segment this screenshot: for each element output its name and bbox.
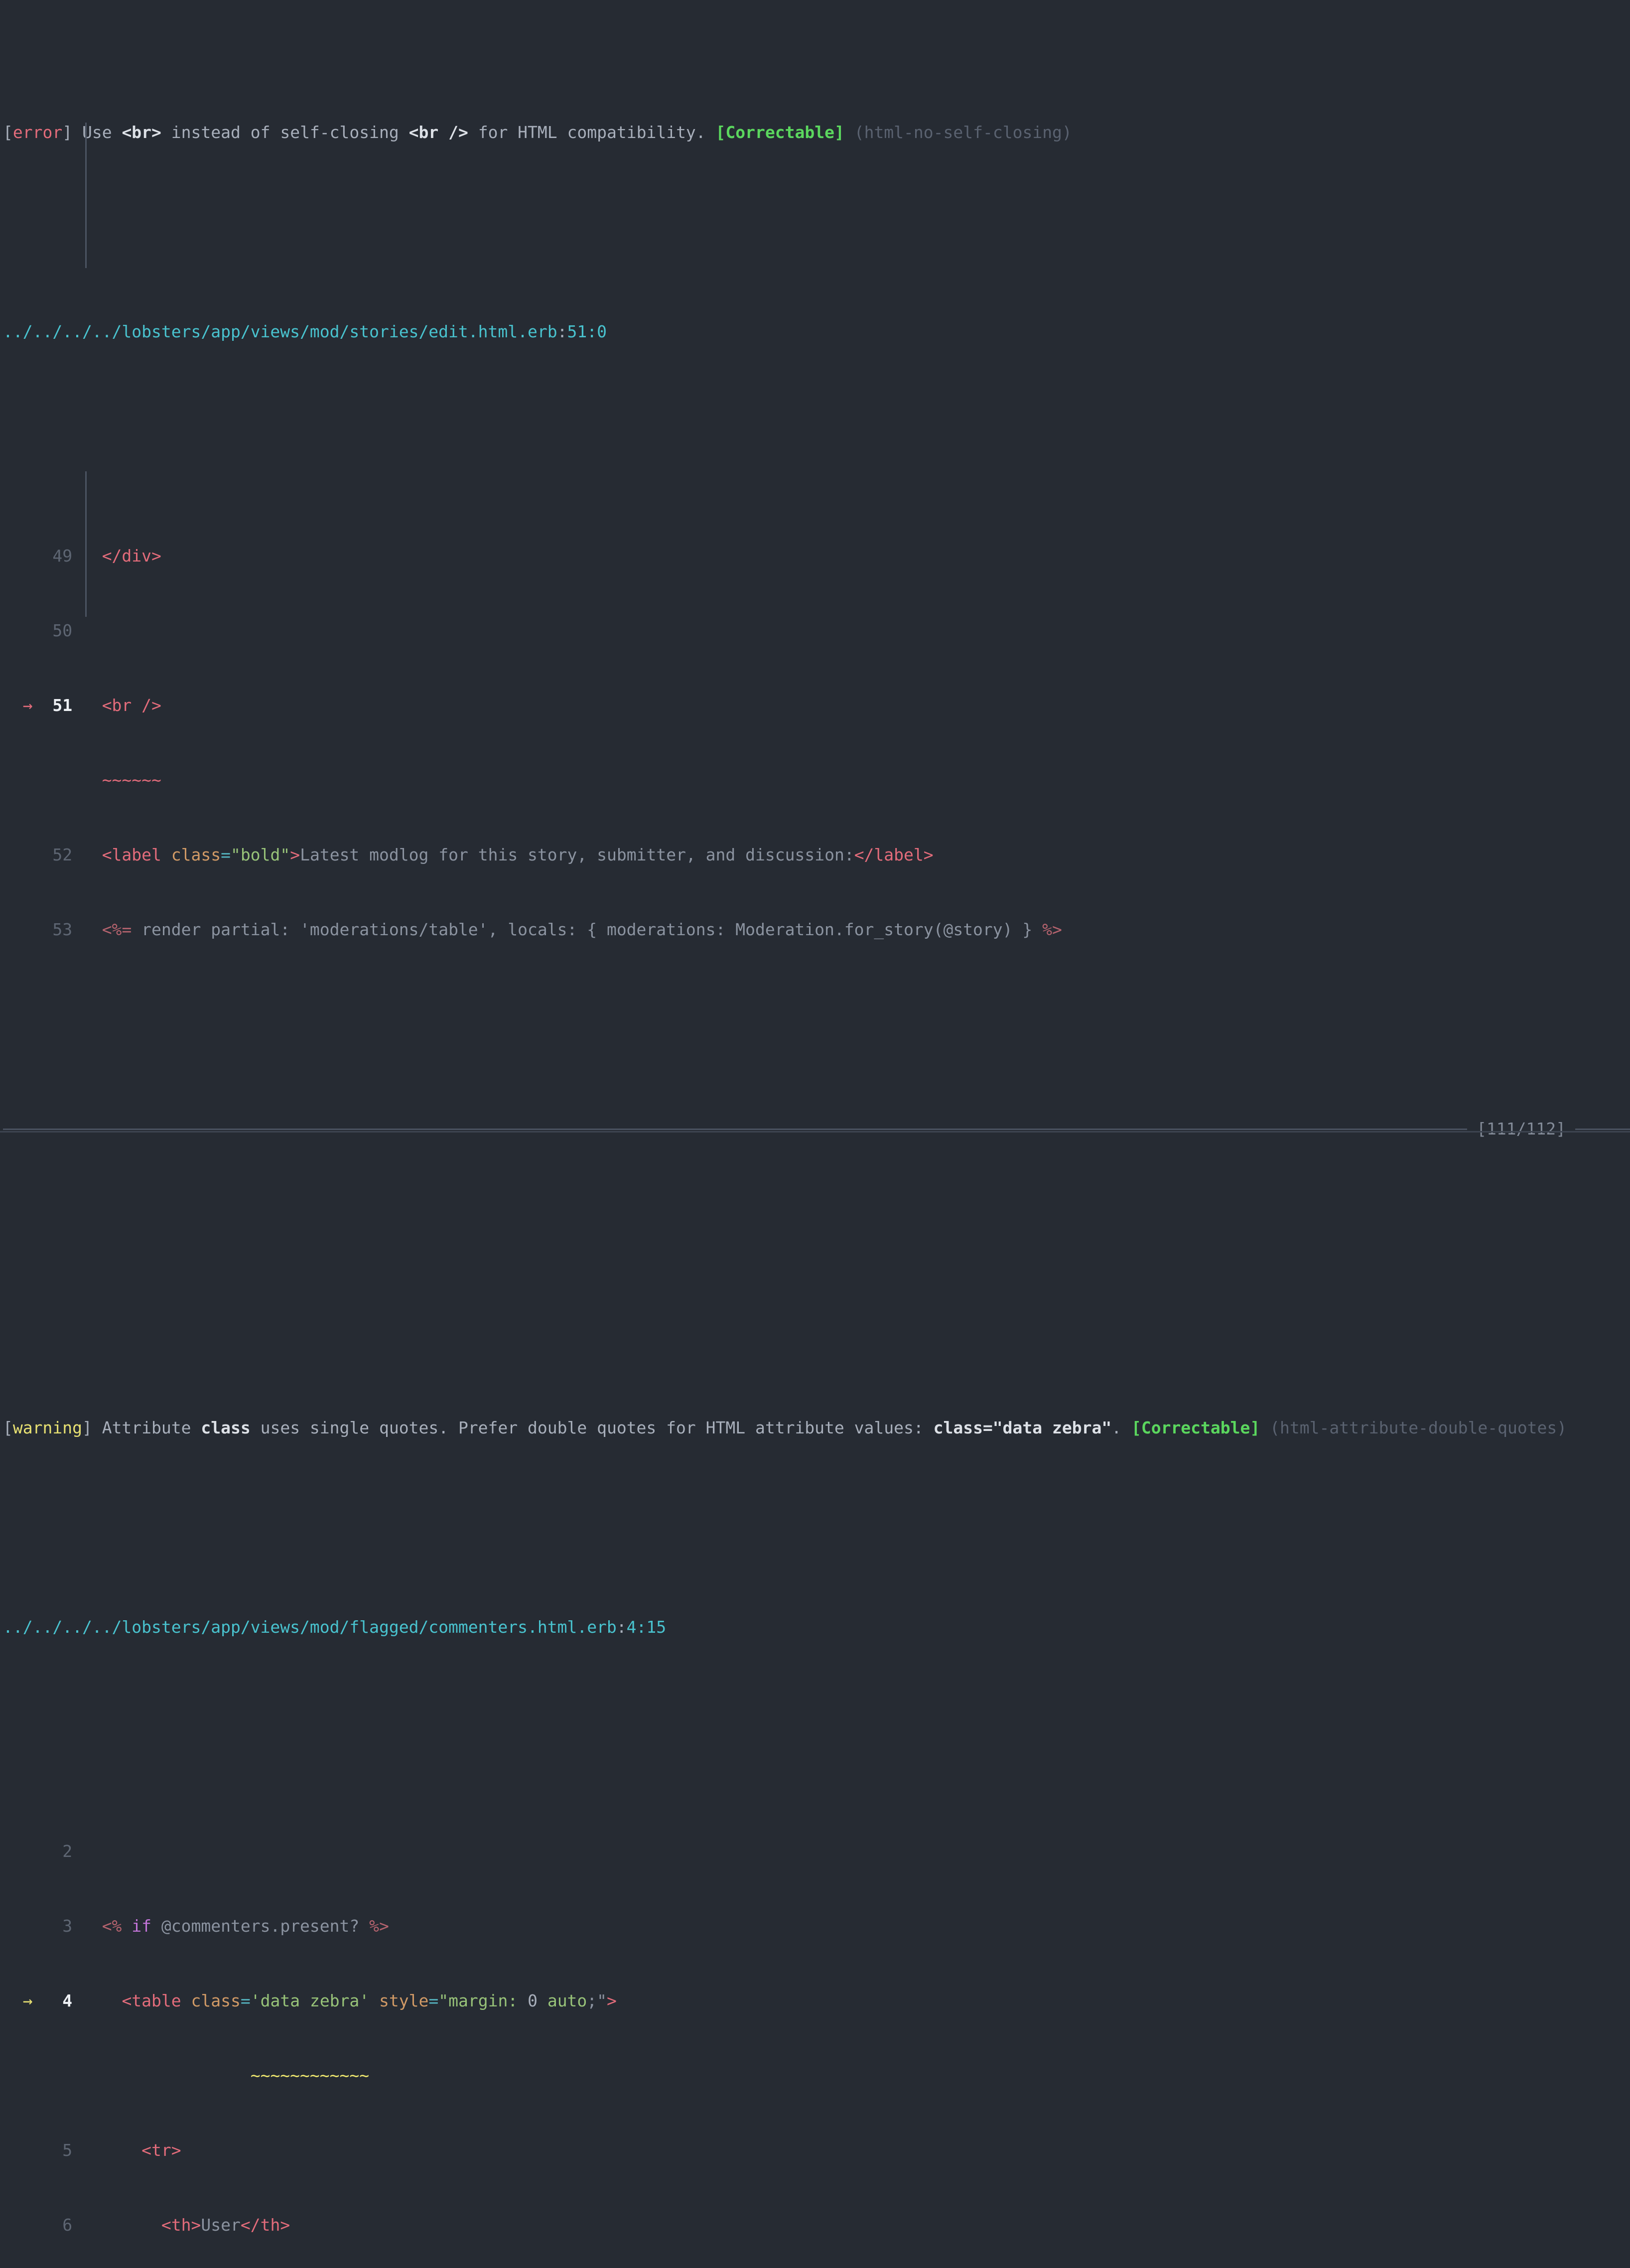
gutter-rule <box>85 123 87 268</box>
blank-line <box>3 220 1630 245</box>
offense-divider-1: [111/112] <box>3 1117 1630 1141</box>
severity-bracket: ] <box>62 123 72 142</box>
blank-line <box>3 419 1630 444</box>
code-line-52: 52 <label class="bold">Latest modlog for… <box>3 843 1630 867</box>
offense-message: for HTML compatibility. <box>468 123 716 142</box>
error-squiggle-line: ~~~~~~ <box>3 768 1630 793</box>
file-path: ../../../../lobsters/app/views/mod/flagg… <box>3 1617 617 1637</box>
line-number: 50 <box>3 621 102 640</box>
rule-id: (html-attribute-double-quotes) <box>1270 1418 1567 1437</box>
blank-line <box>3 1017 1630 1042</box>
line-number: 2 <box>3 1842 102 1861</box>
offense-message: Use <box>72 123 122 142</box>
offense-counter: [111/112] <box>1477 1117 1566 1141</box>
code-line-50: 50 <box>3 618 1630 643</box>
line-number: 53 <box>3 920 102 939</box>
warning-squiggle: ~~~~~~~~~~~~ <box>251 2066 369 2085</box>
active-line-number: 4 <box>33 1991 102 2010</box>
line-number: 5 <box>3 2140 102 2160</box>
code-text: <tr> <box>102 2140 181 2160</box>
code-line-49: 49 </div> <box>3 544 1630 568</box>
file-path: ../../../../lobsters/app/views/mod/stori… <box>3 322 557 341</box>
code-snippet: <br /> <box>409 123 468 142</box>
code-line-51: → 51 <br /> <box>3 693 1630 718</box>
file-location: 51:0 <box>567 322 606 341</box>
blank-line <box>3 1291 1630 1316</box>
code-line-2: 2 <box>3 1839 1630 1864</box>
severity-label-warning: warning <box>13 1418 82 1437</box>
line-number: 49 <box>3 546 102 566</box>
terminal-output: [error] Use <br> instead of self-closing… <box>0 0 1630 1134</box>
line-number: 6 <box>3 2215 102 2235</box>
code-text: <br /> <box>102 696 161 715</box>
offense-arrow-icon: → <box>3 1991 33 2010</box>
file-path-line: ../../../../lobsters/app/views/mod/flagg… <box>3 1615 1630 1640</box>
offense-message: instead of self-closing <box>161 123 409 142</box>
file-location: 4:15 <box>627 1617 666 1637</box>
warning-offense-header: [warning] Attribute class uses single qu… <box>3 1416 1630 1440</box>
error-squiggle: ~~~~~~ <box>102 770 161 790</box>
code-line-53: 53 <%= render partial: 'moderations/tabl… <box>3 917 1630 942</box>
file-path-line: ../../../../lobsters/app/views/mod/stori… <box>3 319 1630 344</box>
offense-message: Attribute <box>92 1418 201 1437</box>
code-snippet: <br> <box>122 123 161 142</box>
divider-line <box>3 1129 1467 1130</box>
code-line-3: 3 <% if @commenters.present? %> <box>3 1914 1630 1939</box>
code-snippet: class <box>201 1418 250 1437</box>
code-line-4: → 4 <table class='data zebra' style="mar… <box>3 1988 1630 2013</box>
offense-message: . <box>1111 1418 1131 1437</box>
severity-bracket: [ <box>3 1418 13 1437</box>
gutter-rule <box>85 471 87 617</box>
line-number: 52 <box>3 845 102 864</box>
severity-label-error: error <box>13 123 62 142</box>
offense-arrow-icon: → <box>3 696 33 715</box>
blank-line <box>3 1216 1630 1241</box>
blank-line <box>3 1714 1630 1739</box>
code-line-6: 6 <th>User</th> <box>3 2213 1630 2238</box>
correctable-badge: [Correctable] <box>1131 1418 1260 1437</box>
offense-message: uses single quotes. Prefer double quotes… <box>251 1418 934 1437</box>
bottom-divider <box>0 1131 1630 1133</box>
active-line-number: 51 <box>33 696 102 715</box>
code-snippet: class="data zebra" <box>934 1418 1112 1437</box>
severity-bracket: ] <box>82 1418 92 1437</box>
error-offense-header: [error] Use <br> instead of self-closing… <box>3 120 1630 145</box>
line-number: 3 <box>3 1916 102 1936</box>
blank-line <box>3 1515 1630 1540</box>
rule-id: (html-no-self-closing) <box>854 123 1072 142</box>
correctable-badge: [Correctable] <box>716 123 844 142</box>
divider-line <box>1575 1129 1630 1130</box>
code-line-5: 5 <tr> <box>3 2138 1630 2163</box>
code-text: </div> <box>102 546 161 566</box>
warning-squiggle-line: ~~~~~~~~~~~~ <box>3 2063 1630 2088</box>
severity-bracket: [ <box>3 123 13 142</box>
